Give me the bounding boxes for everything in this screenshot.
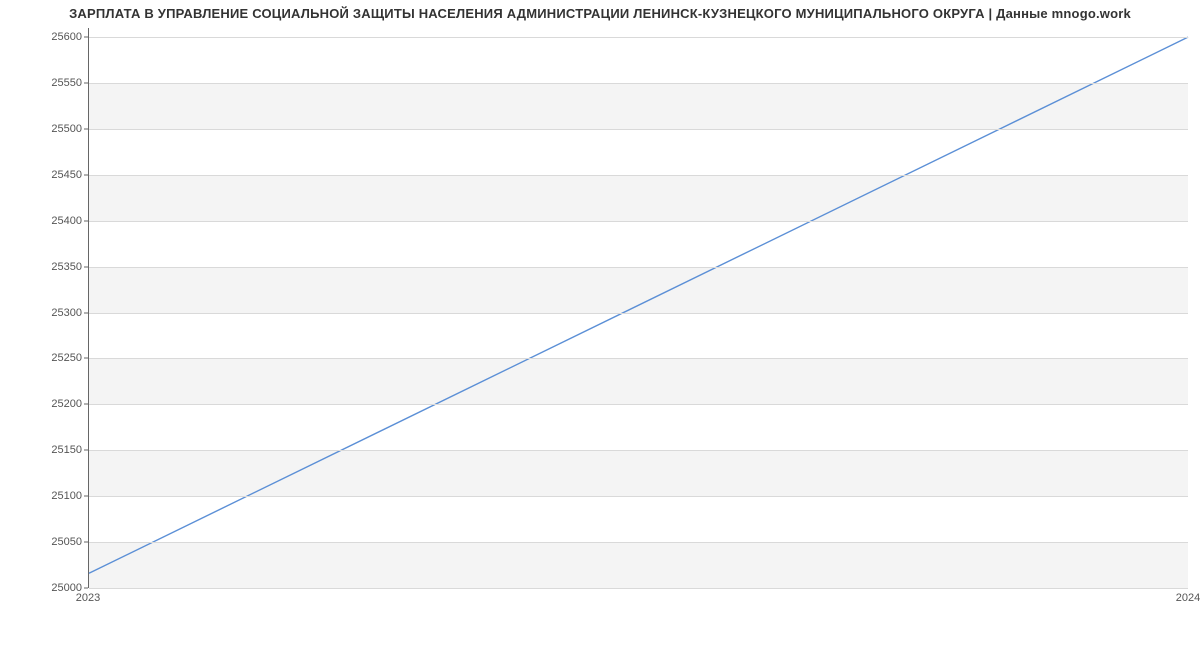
x-tick-label: 2023 xyxy=(76,592,100,604)
chart-title: ЗАРПЛАТА В УПРАВЛЕНИЕ СОЦИАЛЬНОЙ ЗАЩИТЫ … xyxy=(0,6,1200,21)
series-line xyxy=(89,37,1188,573)
y-tick-mark xyxy=(84,266,88,267)
y-tick-mark xyxy=(84,588,88,589)
gridline xyxy=(89,221,1188,222)
gridline xyxy=(89,267,1188,268)
gridline xyxy=(89,542,1188,543)
gridline xyxy=(89,496,1188,497)
y-tick-label: 25250 xyxy=(2,352,82,364)
y-tick-mark xyxy=(84,83,88,84)
gridline xyxy=(89,83,1188,84)
y-tick-mark xyxy=(84,220,88,221)
y-tick-mark xyxy=(84,404,88,405)
gridline xyxy=(89,588,1188,589)
y-tick-label: 25600 xyxy=(2,31,82,43)
gridline xyxy=(89,404,1188,405)
y-tick-label: 25350 xyxy=(2,261,82,273)
y-tick-mark xyxy=(84,174,88,175)
line-layer xyxy=(89,28,1188,587)
gridline xyxy=(89,450,1188,451)
gridline xyxy=(89,358,1188,359)
y-tick-mark xyxy=(84,450,88,451)
y-tick-label: 25500 xyxy=(2,123,82,135)
y-tick-mark xyxy=(84,312,88,313)
x-tick-label: 2024 xyxy=(1176,592,1200,604)
y-tick-label: 25550 xyxy=(2,77,82,89)
y-tick-mark xyxy=(84,358,88,359)
y-tick-label: 25000 xyxy=(2,582,82,594)
y-tick-mark xyxy=(84,128,88,129)
y-tick-mark xyxy=(84,37,88,38)
y-tick-label: 25050 xyxy=(2,536,82,548)
gridline xyxy=(89,313,1188,314)
y-tick-mark xyxy=(84,496,88,497)
y-tick-label: 25100 xyxy=(2,490,82,502)
plot-area xyxy=(88,28,1188,588)
gridline xyxy=(89,37,1188,38)
chart-container: ЗАРПЛАТА В УПРАВЛЕНИЕ СОЦИАЛЬНОЙ ЗАЩИТЫ … xyxy=(0,0,1200,650)
y-tick-label: 25300 xyxy=(2,307,82,319)
y-tick-label: 25450 xyxy=(2,169,82,181)
y-tick-label: 25200 xyxy=(2,398,82,410)
y-tick-label: 25400 xyxy=(2,215,82,227)
gridline xyxy=(89,175,1188,176)
y-tick-label: 25150 xyxy=(2,444,82,456)
y-tick-mark xyxy=(84,542,88,543)
gridline xyxy=(89,129,1188,130)
